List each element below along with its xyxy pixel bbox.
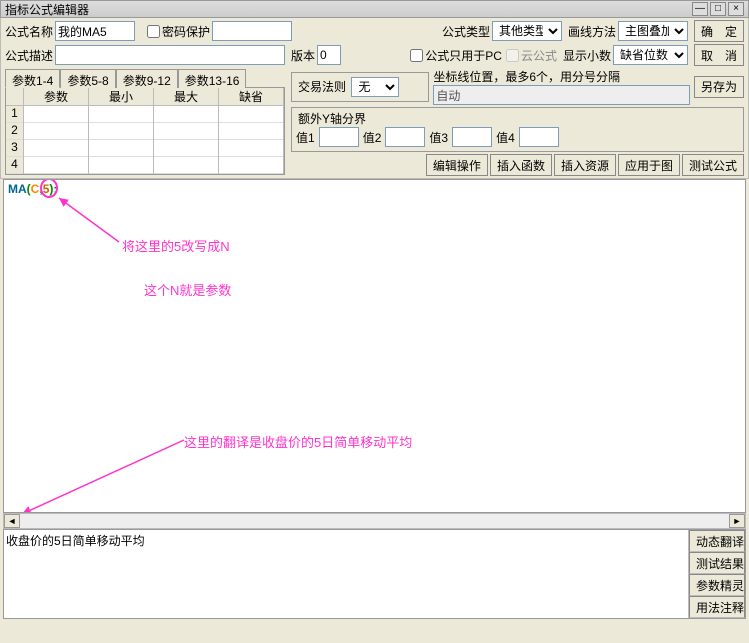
yaxis-legend: 额外Y轴分界: [296, 110, 368, 127]
type-label: 公式类型: [442, 23, 490, 40]
name-label: 公式名称: [5, 23, 53, 40]
ok-button[interactable]: 确 定: [694, 20, 744, 42]
annotation-2: 这个N就是参数: [144, 280, 231, 299]
draw-select[interactable]: 主图叠加: [618, 21, 688, 41]
version-label: 版本: [291, 47, 315, 64]
draw-label: 画线方法: [568, 23, 616, 40]
cloud-label: 云公式: [521, 47, 557, 64]
apply-chart-button[interactable]: 应用于图: [618, 154, 680, 176]
col-min: 最小: [89, 88, 153, 106]
bottom-panel: 收盘价的5日简单移动平均 动态翻译 测试结果 参数精灵 用法注释: [3, 529, 746, 619]
dynamic-translate-button[interactable]: 动态翻译: [689, 530, 745, 552]
scroll-left-icon[interactable]: ◄: [4, 514, 20, 528]
name-input[interactable]: [55, 21, 135, 41]
save-as-button[interactable]: 另存为: [694, 76, 744, 98]
insert-func-button[interactable]: 插入函数: [490, 154, 552, 176]
col-name: 参数: [24, 88, 88, 106]
coord-pos-label: 坐标线位置，最多6个，用分号分隔: [433, 68, 688, 85]
password-protect-label: 密码保护: [162, 23, 210, 40]
scroll-right-icon[interactable]: ►: [729, 514, 745, 528]
col-default: 缺省: [219, 88, 283, 106]
col-max: 最大: [154, 88, 218, 106]
param-wizard-button[interactable]: 参数精灵: [689, 574, 745, 596]
maximize-button[interactable]: □: [710, 2, 726, 16]
edit-op-button[interactable]: 编辑操作: [426, 154, 488, 176]
desc-input[interactable]: [55, 45, 285, 65]
cloud-checkbox: [506, 49, 519, 62]
test-result-button[interactable]: 测试结果: [689, 552, 745, 574]
decimal-select[interactable]: 缺省位数: [613, 45, 688, 65]
row-num-2: 2: [6, 123, 23, 140]
cancel-button[interactable]: 取 消: [694, 44, 744, 66]
password-input[interactable]: [212, 21, 292, 41]
pc-only-checkbox[interactable]: [410, 49, 423, 62]
usage-comment-button[interactable]: 用法注释: [689, 596, 745, 618]
annotation-1: 将这里的5改写成N: [122, 236, 230, 255]
test-formula-button[interactable]: 测试公式: [682, 154, 744, 176]
param-tabs: 参数1-4 参数5-8 参数9-12 参数13-16: [5, 68, 285, 88]
type-select[interactable]: 其他类型: [492, 21, 562, 41]
annotation-3: 这里的翻译是收盘价的5日简单移动平均: [184, 432, 412, 451]
minimize-button[interactable]: —: [692, 2, 708, 16]
row-num-1: 1: [6, 106, 23, 123]
trade-select[interactable]: 无: [351, 77, 399, 97]
yaxis-v2[interactable]: [385, 127, 425, 147]
row-num-3: 3: [6, 140, 23, 157]
decimal-label: 显示小数: [563, 47, 611, 64]
tab-params-1-4[interactable]: 参数1-4: [5, 69, 60, 88]
h-scrollbar[interactable]: ◄ ►: [3, 513, 746, 529]
tab-params-9-12[interactable]: 参数9-12: [116, 69, 178, 88]
yaxis-v3[interactable]: [452, 127, 492, 147]
row-num-4: 4: [6, 157, 23, 174]
pc-only-label: 公式只用于PC: [425, 47, 502, 64]
code-editor[interactable]: MA(C,5); 将这里的5改写成N 这个N就是参数 这里的翻译是收盘价的5日简…: [3, 179, 746, 513]
code-line-1: MA(C,5);: [4, 180, 745, 198]
desc-label: 公式描述: [5, 47, 53, 64]
tab-params-5-8[interactable]: 参数5-8: [60, 69, 115, 88]
annotation-circle: [40, 179, 58, 198]
coord-pos-input: [433, 85, 690, 105]
translation-text: 收盘价的5日简单移动平均: [4, 530, 689, 618]
yaxis-v4[interactable]: [519, 127, 559, 147]
param-grid: 1 2 3 4 参数 最小 最大 缺省: [5, 88, 285, 175]
titlebar: 指标公式编辑器 — □ ×: [0, 0, 749, 18]
window-title: 指标公式编辑器: [5, 1, 690, 18]
version-input[interactable]: [317, 45, 341, 65]
password-protect-checkbox[interactable]: [147, 25, 160, 38]
top-form: 公式名称 密码保护 公式类型 其他类型 画线方法 主图叠加 确 定 公式描述 版…: [0, 18, 749, 179]
annotation-arrows: [4, 180, 746, 513]
insert-res-button[interactable]: 插入资源: [554, 154, 616, 176]
tab-params-13-16[interactable]: 参数13-16: [178, 69, 247, 88]
yaxis-v1[interactable]: [319, 127, 359, 147]
trade-legend: 交易法则: [296, 78, 348, 95]
close-button[interactable]: ×: [728, 2, 744, 16]
